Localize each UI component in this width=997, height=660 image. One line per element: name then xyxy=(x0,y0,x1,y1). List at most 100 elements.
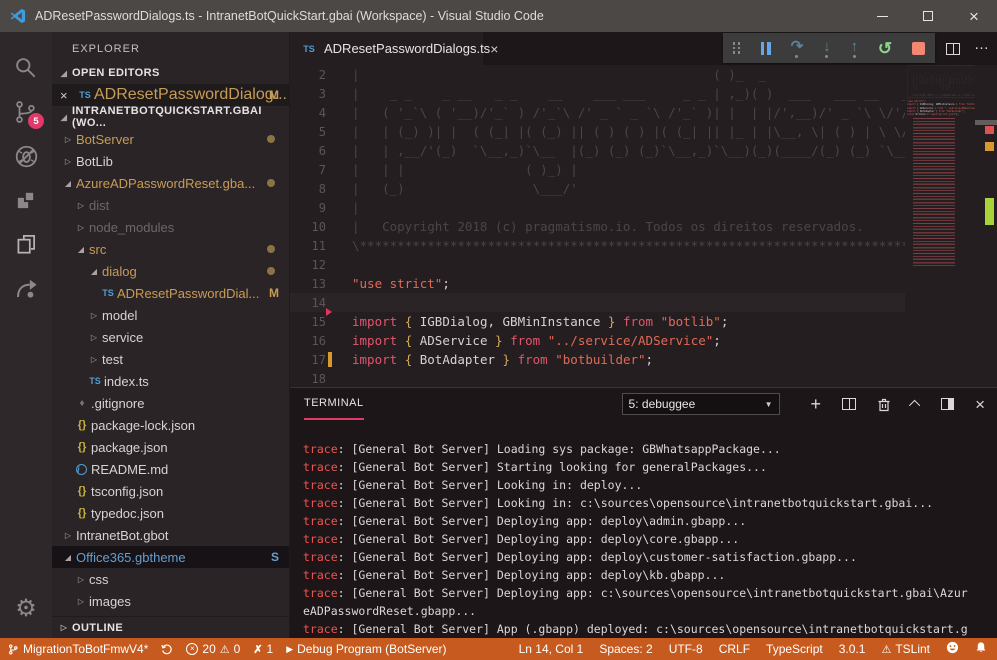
code-viewport[interactable]: 2| ( )_ _ |3| _ _ _ __ _ _ __ ___ ___ _ … xyxy=(290,65,905,387)
tree-item[interactable]: TSindex.ts xyxy=(52,370,289,392)
twisty-icon[interactable]: ▷ xyxy=(73,597,89,606)
split-editor-icon[interactable] xyxy=(946,43,960,55)
tree-item[interactable]: ▷css xyxy=(52,568,289,590)
code-line[interactable]: 8| (_) \___/' | xyxy=(290,179,905,198)
maximize-button[interactable] xyxy=(905,0,951,32)
open-editors-header[interactable]: ◢ OPEN EDITORS xyxy=(52,62,289,84)
tree-item[interactable]: ▷images xyxy=(52,590,289,612)
more-actions-icon[interactable]: … xyxy=(974,45,989,52)
new-terminal-button[interactable]: + xyxy=(811,395,822,413)
twisty-icon[interactable]: ◢ xyxy=(86,267,102,276)
tree-item[interactable]: ▷test xyxy=(52,348,289,370)
statusbar-cursor-position[interactable]: Ln 14, Col 1 xyxy=(519,642,584,656)
close-panel-icon[interactable]: × xyxy=(975,396,985,413)
code-line[interactable]: 4| ( '_`\ ( '__)/'_` ) /'_`\ /' _ ` _ `\… xyxy=(290,103,905,122)
twisty-icon[interactable]: ◢ xyxy=(73,245,89,254)
tree-item[interactable]: {}tsconfig.json xyxy=(52,480,289,502)
tree-item[interactable]: {}package-lock.json xyxy=(52,414,289,436)
tree-item[interactable]: ♦.gitignore xyxy=(52,392,289,414)
activitybar-item-share[interactable] xyxy=(0,266,52,310)
maximize-panel-icon[interactable] xyxy=(909,400,920,411)
code-line[interactable]: 10| Copyright 2018 (c) pragmatismo.io. T… xyxy=(290,217,905,236)
tree-item[interactable]: ▷model xyxy=(52,304,289,326)
statusbar-indentation[interactable]: Spaces: 2 xyxy=(599,642,652,656)
code-line[interactable]: 12 xyxy=(290,255,905,274)
code-editor[interactable]: 2| ( )_ _ |3| _ _ _ __ _ _ __ ___ ___ _ … xyxy=(290,65,997,387)
close-tab-icon[interactable]: × xyxy=(490,41,498,57)
open-editor-item[interactable]: × TS ADResetPasswordDialog... M xyxy=(52,84,289,106)
twisty-icon[interactable]: ▷ xyxy=(73,201,89,210)
problems-status[interactable]: × 20 ⚠ 0 xyxy=(186,642,240,656)
close-window-button[interactable]: × xyxy=(951,0,997,32)
twisty-icon[interactable]: ◢ xyxy=(56,69,72,78)
statusbar-feedback[interactable] xyxy=(946,641,959,657)
tree-item[interactable]: ▷BotLib xyxy=(52,150,289,172)
tree-item[interactable]: ◢AzureADPasswordReset.gba... xyxy=(52,172,289,194)
statusbar-notifications[interactable] xyxy=(975,641,987,657)
code-line[interactable]: 9| | xyxy=(290,198,905,217)
statusbar-typescript-version[interactable]: 3.0.1 xyxy=(839,642,866,656)
tree-item[interactable]: TSADResetPasswordDial...M xyxy=(52,282,289,304)
tree-item[interactable]: ▷service xyxy=(52,326,289,348)
close-editor-icon[interactable]: × xyxy=(60,88,76,103)
tree-item[interactable]: iREADME.md xyxy=(52,458,289,480)
step-over-button[interactable]: ↷ xyxy=(791,39,804,58)
restart-button[interactable]: ↺ xyxy=(878,40,892,57)
twisty-icon[interactable]: ◢ xyxy=(60,553,76,562)
pause-button[interactable] xyxy=(761,42,771,55)
tab-terminal[interactable]: TERMINAL xyxy=(304,388,364,420)
code-line[interactable]: 14 xyxy=(290,293,905,312)
code-line[interactable]: 6| | ,__/'(_) `\__,_)`\__ |(_) (_) (_)`\… xyxy=(290,141,905,160)
tree-item[interactable]: {}typedoc.json xyxy=(52,502,289,524)
move-panel-icon[interactable] xyxy=(941,398,954,410)
code-line[interactable]: 13"use strict"; xyxy=(290,274,905,293)
tree-item[interactable]: ◢dialog xyxy=(52,260,289,282)
step-out-button[interactable]: ↑ xyxy=(851,39,859,58)
activitybar-item-search[interactable] xyxy=(0,46,52,90)
activitybar-item-source-control[interactable]: 5 xyxy=(0,90,52,134)
twisty-icon[interactable]: ▷ xyxy=(73,575,89,584)
workspace-header[interactable]: ◢ INTRANETBOTQUICKSTART.GBAI (WO... xyxy=(52,106,289,128)
twisty-icon[interactable]: ▷ xyxy=(56,623,72,632)
outline-header[interactable]: ▷ OUTLINE xyxy=(52,616,289,638)
sync-status[interactable] xyxy=(161,643,173,655)
tree-item[interactable]: ◢src xyxy=(52,238,289,260)
twisty-icon[interactable]: ▷ xyxy=(86,355,102,364)
twisty-icon[interactable]: ▷ xyxy=(86,333,102,342)
scrollbar-slider[interactable] xyxy=(975,120,997,125)
activitybar-item-documents[interactable] xyxy=(0,222,52,266)
code-line[interactable]: 18 xyxy=(290,369,905,387)
code-line[interactable]: 11\*************************************… xyxy=(290,236,905,255)
code-line[interactable]: 16import { ADService } from "../service/… xyxy=(290,331,905,350)
twisty-icon[interactable]: ▷ xyxy=(60,157,76,166)
kill-terminal-icon[interactable] xyxy=(877,397,891,412)
split-terminal-icon[interactable] xyxy=(842,398,856,410)
activitybar-item-extensions[interactable] xyxy=(0,178,52,222)
tree-item[interactable]: ◢Office365.gbthemeS xyxy=(52,546,289,568)
code-line[interactable]: 15import { IGBDialog, GBMinInstance } fr… xyxy=(290,312,905,331)
twisty-icon[interactable]: ▷ xyxy=(86,311,102,320)
stop-button[interactable] xyxy=(912,42,925,55)
statusbar-tslint-status[interactable]: ⚠TSLint xyxy=(881,642,930,656)
code-line[interactable]: 5| | (_) )| | ( (_| |( (_) || ( ) ( ) |(… xyxy=(290,122,905,141)
statusbar-encoding[interactable]: UTF-8 xyxy=(669,642,703,656)
tree-item[interactable]: ▷BotServer xyxy=(52,128,289,150)
twisty-icon[interactable]: ◢ xyxy=(56,113,72,122)
step-into-button[interactable]: ↓ xyxy=(823,39,831,58)
tree-item[interactable]: ▷IntranetBot.gbot xyxy=(52,524,289,546)
activitybar-item-settings[interactable]: ⚙ xyxy=(0,586,52,630)
debug-launch-status[interactable]: ▶ Debug Program (BotServer) xyxy=(286,642,446,656)
twisty-icon[interactable]: ▷ xyxy=(60,135,76,144)
activitybar-item-debug[interactable] xyxy=(0,134,52,178)
twisty-icon[interactable]: ▷ xyxy=(60,531,76,540)
code-line[interactable]: 7| | | ( )_) | | xyxy=(290,160,905,179)
twisty-icon[interactable]: ◢ xyxy=(60,179,76,188)
terminal-selector[interactable]: 5: debuggee ▼ xyxy=(622,393,780,415)
git-branch-status[interactable]: MigrationToBotFmwV4* xyxy=(8,642,148,656)
twisty-icon[interactable]: ▷ xyxy=(73,223,89,232)
statusbar-eol[interactable]: CRLF xyxy=(719,642,750,656)
tree-item[interactable]: ▷dist xyxy=(52,194,289,216)
toolbar-drag-handle[interactable] xyxy=(733,42,741,54)
tasks-status[interactable]: ✗ 1 xyxy=(253,642,273,656)
tree-item[interactable]: {}package.json xyxy=(52,436,289,458)
